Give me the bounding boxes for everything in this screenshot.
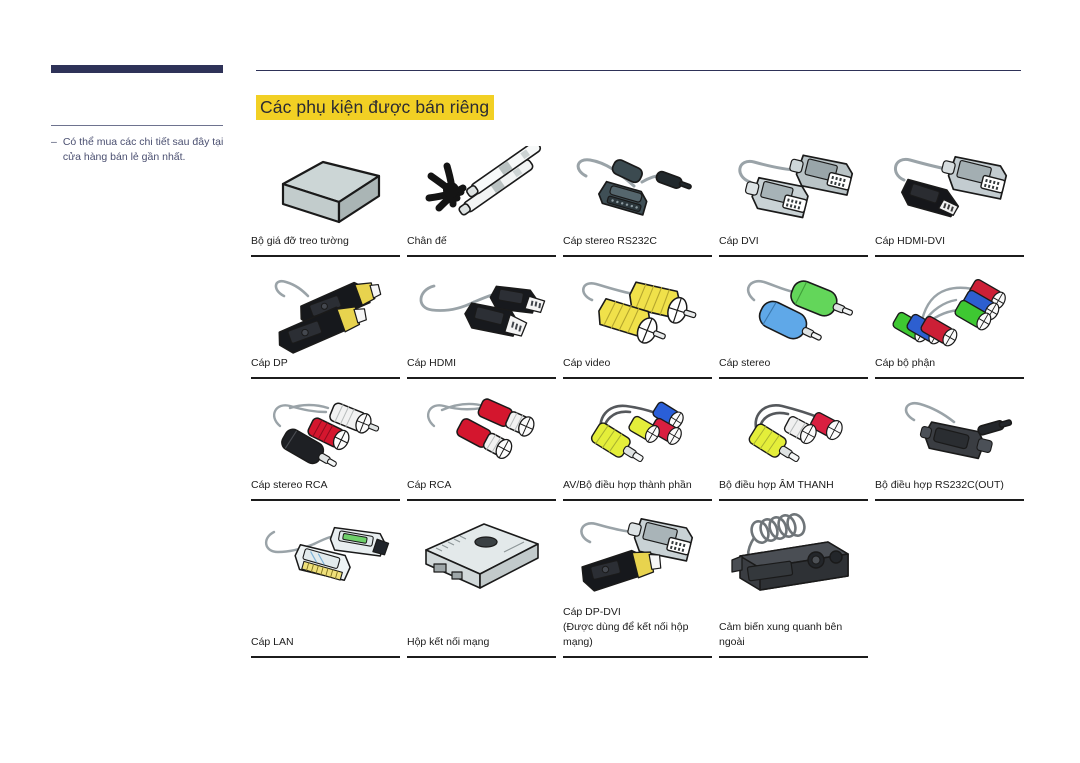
accessory-item-hdmi-cable: Cáp HDMI bbox=[407, 267, 556, 379]
accessory-item-stand-base: Chân đế bbox=[407, 145, 556, 257]
accessory-item-component-cable: Cáp bộ phận bbox=[875, 267, 1024, 379]
wall-mount-bracket-icon bbox=[251, 145, 400, 233]
accessory-row: Cáp LAN Hộp kết nối mạng Cáp DP-DVI (Đượ… bbox=[251, 511, 1026, 658]
accessory-item-av-component-adapter: AV/Bộ điều hợp thành phần bbox=[563, 389, 712, 501]
accessory-item-dvi-cable: Cáp DVI bbox=[719, 145, 868, 257]
ambient-sensor-icon bbox=[719, 511, 868, 603]
hdmi-cable-icon bbox=[407, 267, 556, 355]
stand-base-icon bbox=[407, 145, 556, 233]
note-text: Có thể mua các chi tiết sau đây tại cửa … bbox=[62, 136, 224, 163]
accessory-item-wall-mount-bracket: Bộ giá đỡ treo tường bbox=[251, 145, 400, 257]
stereo-cable-icon bbox=[719, 267, 868, 355]
network-box-icon bbox=[407, 511, 556, 603]
accessory-label: Bộ điều hợp ÂM THANH bbox=[719, 479, 834, 491]
accessory-cell-rule bbox=[251, 656, 400, 658]
header-accent-bar bbox=[51, 65, 223, 73]
accessory-label: Cáp DP-DVI (Được dùng để kết nối hộp mạn… bbox=[563, 603, 712, 650]
accessory-label: Bộ giá đỡ treo tường bbox=[251, 235, 349, 247]
accessory-item-dp-dvi-cable: Cáp DP-DVI (Được dùng để kết nối hộp mạn… bbox=[563, 511, 712, 658]
accessory-label: Cáp RCA bbox=[407, 479, 452, 491]
accessory-item-stereo-cable: Cáp stereo bbox=[719, 267, 868, 379]
accessory-item-rca-cable: Cáp RCA bbox=[407, 389, 556, 501]
rs232c-out-adapter-icon bbox=[875, 389, 1024, 477]
manual-page: – Có thể mua các chi tiết sau đây tại cử… bbox=[0, 0, 1080, 763]
accessory-label: Cáp HDMI bbox=[407, 357, 457, 369]
accessory-label: Cáp stereo RCA bbox=[251, 479, 328, 491]
accessory-label: Cảm biến xung quanh bên ngoài bbox=[719, 603, 868, 650]
dp-cable-icon bbox=[251, 267, 400, 355]
dvi-cable-icon bbox=[719, 145, 868, 233]
page-title-wrap: Các phụ kiện được bán riêng bbox=[256, 95, 495, 120]
accessory-label: Chân đế bbox=[407, 235, 447, 247]
accessory-cell-rule bbox=[407, 377, 556, 379]
accessory-item-ambient-sensor: Cảm biến xung quanh bên ngoài bbox=[719, 511, 868, 658]
accessory-label: Cáp HDMI-DVI bbox=[875, 235, 946, 247]
sidebar-divider bbox=[51, 125, 223, 126]
accessory-cell-rule bbox=[563, 656, 712, 658]
stereo-rca-cable-icon bbox=[251, 389, 400, 477]
rs232c-stereo-cable-icon bbox=[563, 145, 712, 233]
accessory-label-main: Cảm biến xung quanh bên ngoài bbox=[719, 621, 843, 648]
header-rule bbox=[256, 70, 1021, 71]
accessory-item-stereo-rca-cable: Cáp stereo RCA bbox=[251, 389, 400, 501]
accessory-label: Cáp video bbox=[563, 357, 611, 369]
accessory-cell-rule bbox=[719, 377, 868, 379]
accessory-row: Cáp DP Cáp HDMI Cáp video Cáp stereo Cáp… bbox=[251, 267, 1026, 379]
accessory-cell-rule bbox=[563, 499, 712, 501]
accessory-label: Cáp LAN bbox=[251, 603, 400, 650]
accessory-cell-rule bbox=[563, 377, 712, 379]
accessory-row: Cáp stereo RCA Cáp RCA AV/Bộ điều hợp th… bbox=[251, 389, 1026, 501]
accessory-cell-rule bbox=[875, 377, 1024, 379]
accessory-item-audio-adapter: Bộ điều hợp ÂM THANH bbox=[719, 389, 868, 501]
dp-dvi-cable-icon bbox=[563, 511, 712, 603]
accessory-label-sub: (Được dùng để kết nối hộp mạng) bbox=[563, 621, 689, 648]
accessory-label-main: Cáp LAN bbox=[251, 636, 294, 648]
accessory-label: Cáp DVI bbox=[719, 235, 759, 247]
audio-adapter-icon bbox=[719, 389, 868, 477]
lan-cable-icon bbox=[251, 511, 400, 603]
accessory-cell-rule bbox=[875, 499, 1024, 501]
accessory-label: Hộp kết nối mạng bbox=[407, 603, 556, 650]
hdmi-dvi-cable-icon bbox=[875, 145, 1024, 233]
page-title: Các phụ kiện được bán riêng bbox=[256, 95, 495, 120]
accessory-cell-rule bbox=[407, 255, 556, 257]
accessory-cell-rule bbox=[719, 656, 868, 658]
accessory-label: Cáp DP bbox=[251, 357, 288, 369]
accessory-cell-rule bbox=[251, 255, 400, 257]
sidebar-note: – Có thể mua các chi tiết sau đây tại cử… bbox=[51, 135, 241, 164]
accessory-label: Cáp stereo RS232C bbox=[563, 235, 657, 247]
accessory-item-video-cable: Cáp video bbox=[563, 267, 712, 379]
note-dash-icon: – bbox=[51, 136, 57, 148]
accessory-label: Cáp bộ phận bbox=[875, 357, 936, 369]
accessory-cell-rule bbox=[407, 656, 556, 658]
accessory-cell-rule bbox=[719, 255, 868, 257]
accessory-cell-rule bbox=[875, 255, 1024, 257]
accessory-label: AV/Bộ điều hợp thành phần bbox=[563, 479, 692, 491]
accessory-label: Cáp stereo bbox=[719, 357, 771, 369]
component-cable-icon bbox=[875, 267, 1024, 355]
accessory-item-dp-cable: Cáp DP bbox=[251, 267, 400, 379]
accessory-cell-rule bbox=[719, 499, 868, 501]
accessory-cell-rule bbox=[251, 499, 400, 501]
accessory-label-main: Hộp kết nối mạng bbox=[407, 636, 490, 648]
accessory-item-rs232c-stereo-cable: Cáp stereo RS232C bbox=[563, 145, 712, 257]
accessory-cell-rule bbox=[251, 377, 400, 379]
accessories-grid: Bộ giá đỡ treo tường Chân đế Cáp stereo … bbox=[251, 145, 1026, 658]
rca-cable-icon bbox=[407, 389, 556, 477]
accessory-label: Bộ điều hợp RS232C(OUT) bbox=[875, 479, 1004, 491]
accessory-label-main: Cáp DP-DVI bbox=[563, 606, 621, 618]
accessory-item-network-box: Hộp kết nối mạng bbox=[407, 511, 556, 658]
accessory-row: Bộ giá đỡ treo tường Chân đế Cáp stereo … bbox=[251, 145, 1026, 257]
video-cable-icon bbox=[563, 267, 712, 355]
accessory-item-rs232c-out-adapter: Bộ điều hợp RS232C(OUT) bbox=[875, 389, 1024, 501]
accessory-item-lan-cable: Cáp LAN bbox=[251, 511, 400, 658]
accessory-cell-rule bbox=[563, 255, 712, 257]
sidebar-note-block: – Có thể mua các chi tiết sau đây tại cử… bbox=[51, 125, 241, 164]
accessory-item-hdmi-dvi-cable: Cáp HDMI-DVI bbox=[875, 145, 1024, 257]
av-component-adapter-icon bbox=[563, 389, 712, 477]
accessory-cell-rule bbox=[407, 499, 556, 501]
